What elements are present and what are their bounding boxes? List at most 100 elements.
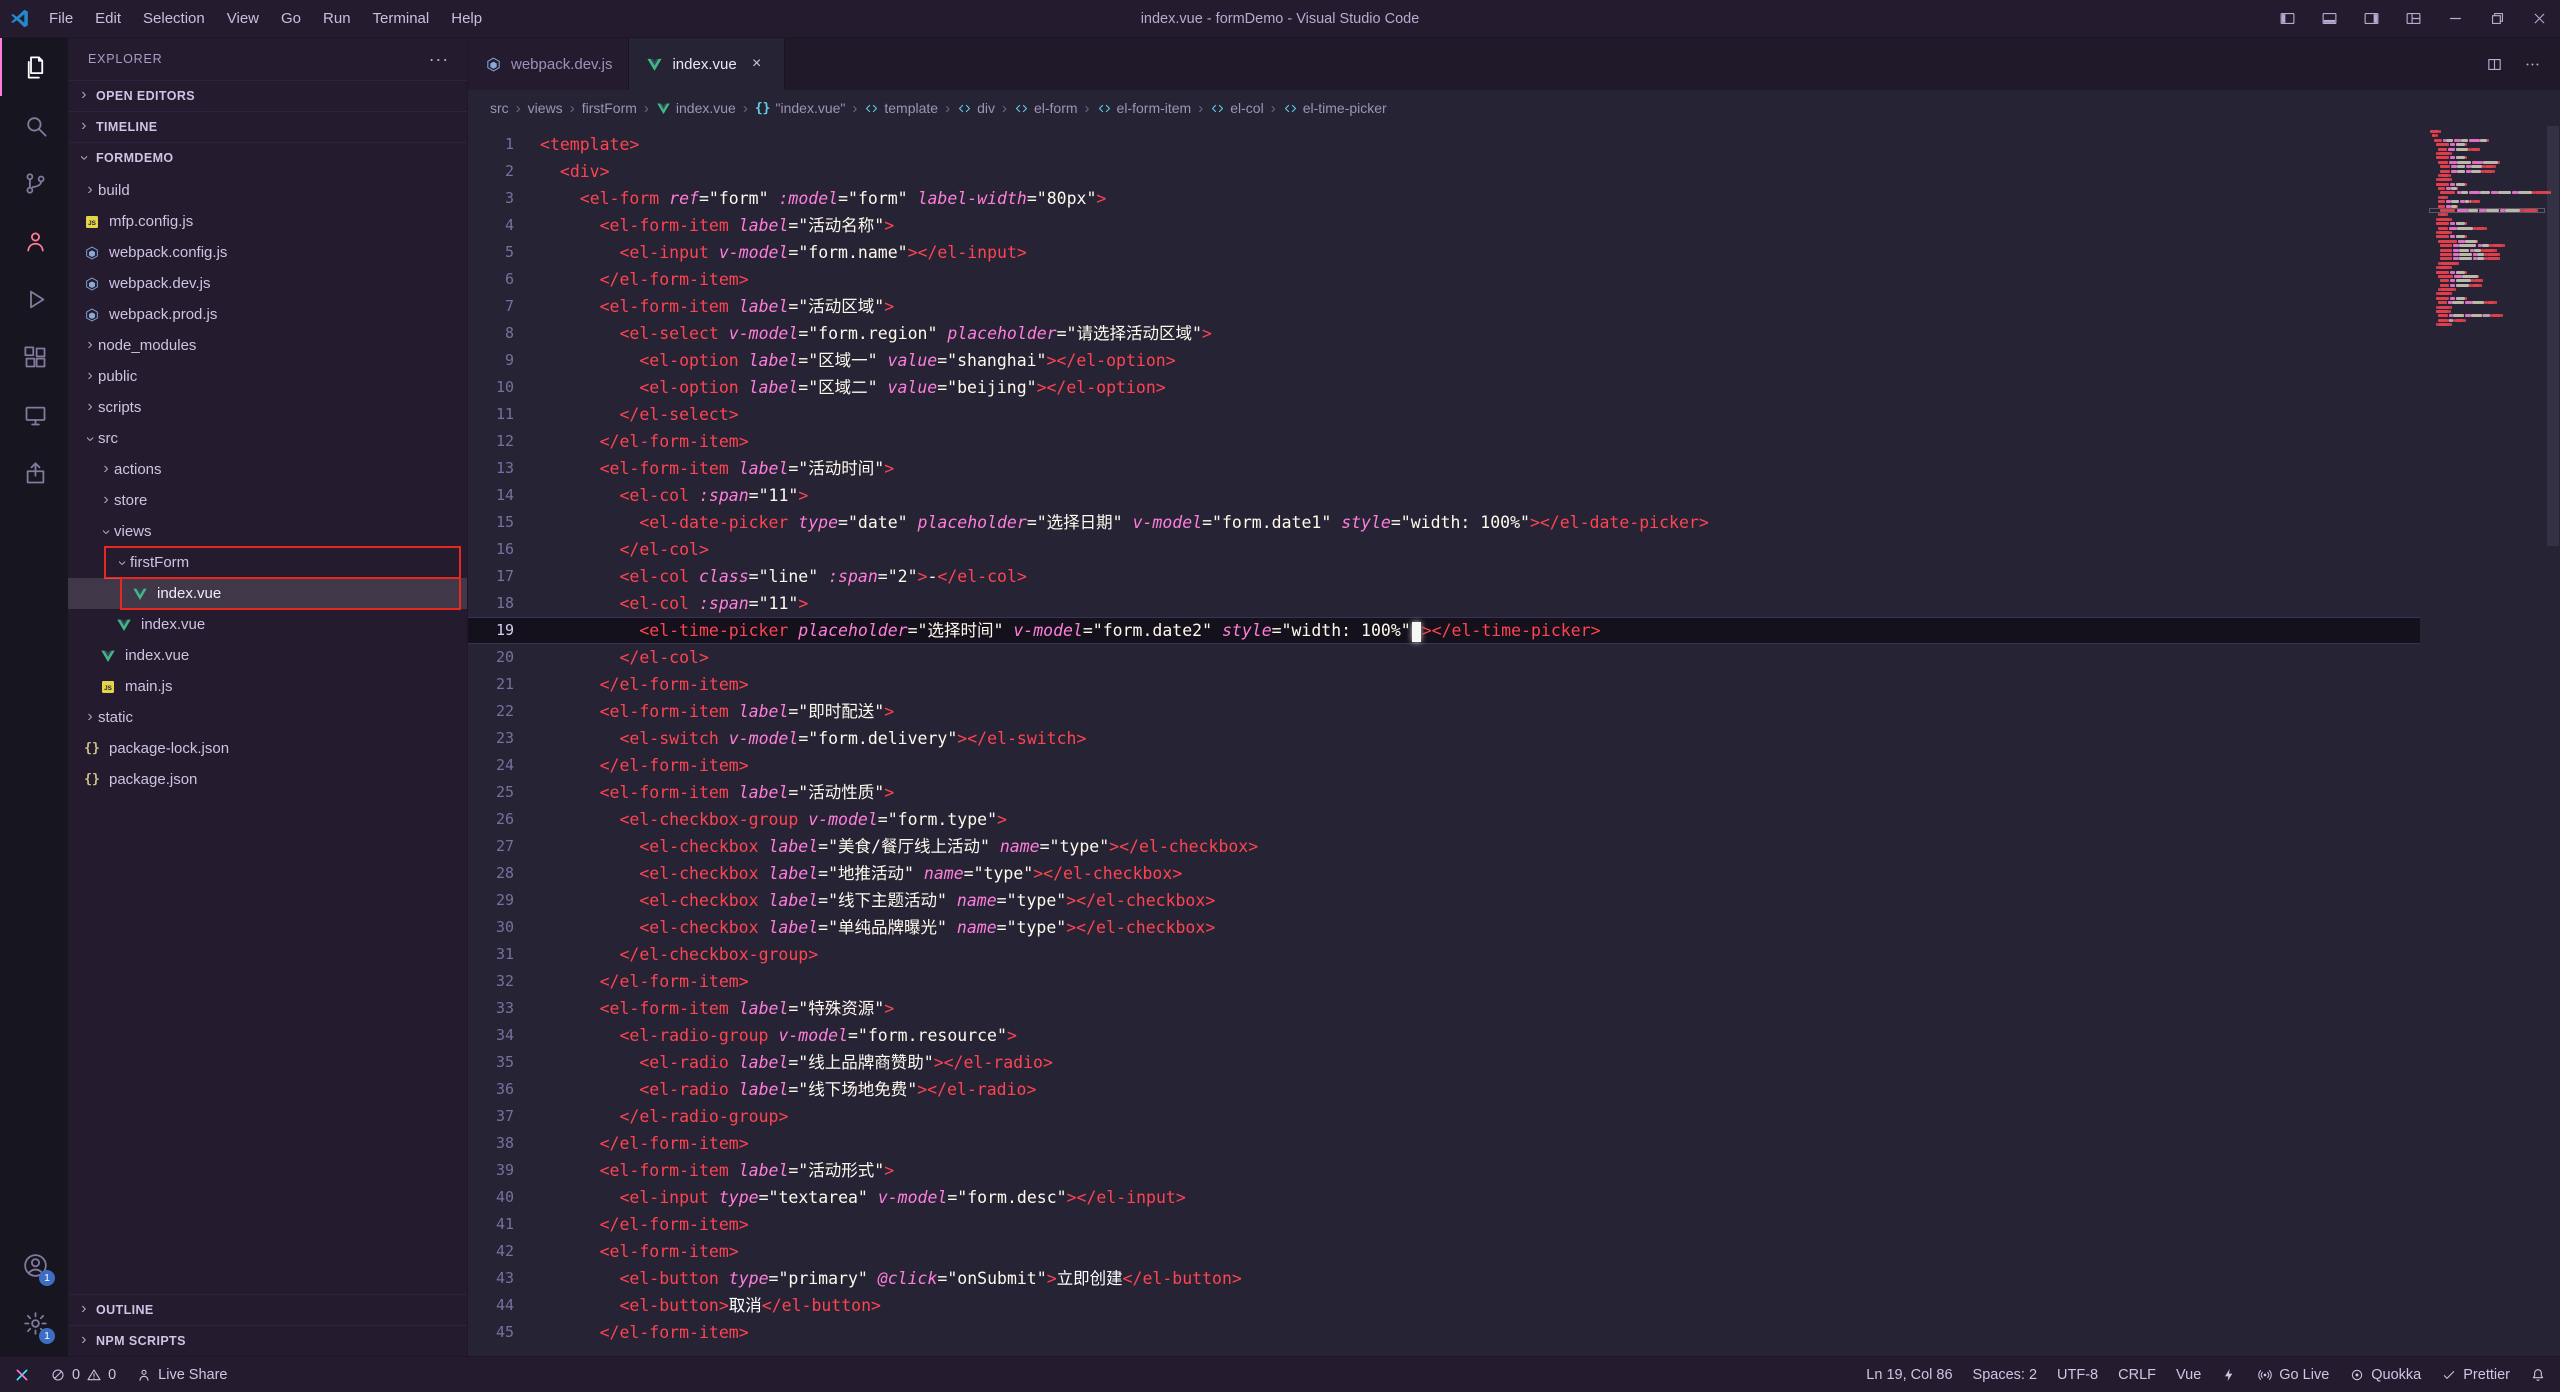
code-line[interactable]: 21 </el-form-item> [468, 671, 2420, 698]
breadcrumb-item[interactable]: template [864, 100, 938, 116]
window-restore-button[interactable] [2476, 0, 2518, 37]
code-line[interactable]: 16 </el-col> [468, 536, 2420, 563]
menu-terminal[interactable]: Terminal [362, 0, 441, 37]
code-line[interactable]: 3 <el-form ref="form" :model="form" labe… [468, 185, 2420, 212]
breadcrumb-item[interactable]: index.vue [656, 100, 736, 116]
code-line[interactable]: 41 </el-form-item> [468, 1211, 2420, 1238]
tree-item-package-lock-json[interactable]: {}package-lock.json [68, 733, 467, 764]
status-language-mode[interactable]: Vue [2176, 1367, 2201, 1383]
code-line[interactable]: 42 <el-form-item> [468, 1238, 2420, 1265]
tab-index-vue[interactable]: index.vue× [629, 38, 784, 90]
activitybar-source-control[interactable] [0, 154, 68, 212]
tree-item-webpack-config-js[interactable]: webpack.config.js [68, 237, 467, 268]
activitybar-accounts[interactable]: 1 [0, 1236, 68, 1294]
status-eol[interactable]: CRLF [2118, 1367, 2156, 1383]
tree-item-index-vue[interactable]: index.vue [68, 640, 467, 671]
activitybar-live-share[interactable] [0, 212, 68, 270]
tab-webpack-dev-js[interactable]: webpack.dev.js [468, 38, 629, 90]
code-line[interactable]: 22 <el-form-item label="即时配送"> [468, 698, 2420, 725]
status-prettier[interactable]: Prettier [2441, 1367, 2510, 1383]
activitybar-export[interactable] [0, 444, 68, 502]
window-minimize-button[interactable] [2434, 0, 2476, 37]
code-line[interactable]: 26 <el-checkbox-group v-model="form.type… [468, 806, 2420, 833]
code-line[interactable]: 9 <el-option label="区域一" value="shanghai… [468, 347, 2420, 374]
code-line[interactable]: 15 <el-date-picker type="date" placehold… [468, 509, 2420, 536]
editor[interactable]: 1<template>2 <div>3 <el-form ref="form" … [468, 126, 2560, 1356]
minimap[interactable] [2430, 130, 2544, 328]
tree-item-views[interactable]: ›views [68, 516, 467, 547]
status-cursor-position[interactable]: Ln 19, Col 86 [1866, 1367, 1952, 1383]
menu-view[interactable]: View [216, 0, 270, 37]
code-line[interactable]: 23 <el-switch v-model="form.delivery"></… [468, 725, 2420, 752]
code-line[interactable]: 11 </el-select> [468, 401, 2420, 428]
code-line[interactable]: 27 <el-checkbox label="美食/餐厅线上活动" name="… [468, 833, 2420, 860]
explorer-more-actions-icon[interactable]: ··· [421, 49, 457, 70]
section-outline[interactable]: › OUTLINE [68, 1294, 467, 1325]
code-line[interactable]: 33 <el-form-item label="特殊资源"> [468, 995, 2420, 1022]
tree-item-package-json[interactable]: {}package.json [68, 764, 467, 795]
status-thunder[interactable] [2221, 1367, 2237, 1383]
menu-run[interactable]: Run [312, 0, 362, 37]
status-encoding[interactable]: UTF-8 [2057, 1367, 2098, 1383]
code-line[interactable]: 38 </el-form-item> [468, 1130, 2420, 1157]
tree-item-firstform[interactable]: ›firstForm [68, 547, 467, 578]
code-line[interactable]: 4 <el-form-item label="活动名称"> [468, 212, 2420, 239]
code-line[interactable]: 36 <el-radio label="线下场地免费"></el-radio> [468, 1076, 2420, 1103]
tree-item-scripts[interactable]: ›scripts [68, 392, 467, 423]
code-line[interactable]: 10 <el-option label="区域二" value="beijing… [468, 374, 2420, 401]
code-line[interactable]: 7 <el-form-item label="活动区域"> [468, 293, 2420, 320]
code-line[interactable]: 18 <el-col :span="11"> [468, 590, 2420, 617]
section-npm-scripts[interactable]: › NPM SCRIPTS [68, 1325, 467, 1356]
breadcrumb-item[interactable]: el-time-picker [1283, 100, 1387, 116]
code-line[interactable]: 14 <el-col :span="11"> [468, 482, 2420, 509]
code-line[interactable]: 28 <el-checkbox label="地推活动" name="type"… [468, 860, 2420, 887]
breadcrumb-item[interactable]: el-form-item [1097, 100, 1192, 116]
code-line[interactable]: 35 <el-radio label="线上品牌商赞助"></el-radio> [468, 1049, 2420, 1076]
code-line[interactable]: 24 </el-form-item> [468, 752, 2420, 779]
menu-selection[interactable]: Selection [132, 0, 216, 37]
breadcrumb-item[interactable]: views [528, 100, 563, 116]
code-line[interactable]: 17 <el-col class="line" :span="2">-</el-… [468, 563, 2420, 590]
toggle-secondary-sidebar-button[interactable] [2350, 0, 2392, 37]
close-tab-icon[interactable]: × [746, 55, 768, 73]
tree-item-main-js[interactable]: JSmain.js [68, 671, 467, 702]
code-line[interactable]: 31 </el-checkbox-group> [468, 941, 2420, 968]
code-line[interactable]: 6 </el-form-item> [468, 266, 2420, 293]
tree-item-index-vue[interactable]: index.vue [68, 578, 467, 609]
status-quokka[interactable]: Quokka [2349, 1367, 2421, 1383]
code-line[interactable]: 20 </el-col> [468, 644, 2420, 671]
section-open-editors[interactable]: › OPEN EDITORS [68, 80, 467, 111]
menu-file[interactable]: File [38, 0, 84, 37]
menu-go[interactable]: Go [270, 0, 312, 37]
breadcrumb-item[interactable]: {}"index.vue" [755, 100, 846, 116]
tree-item-build[interactable]: ›build [68, 175, 467, 206]
customize-layout-button[interactable] [2392, 0, 2434, 37]
status-indentation[interactable]: Spaces: 2 [1973, 1367, 2038, 1383]
code-line[interactable]: 8 <el-select v-model="form.region" place… [468, 320, 2420, 347]
tree-item-index-vue[interactable]: index.vue [68, 609, 467, 640]
code-line[interactable]: 19 <el-time-picker placeholder="选择时间" v-… [468, 617, 2420, 644]
code-line[interactable]: 2 <div> [468, 158, 2420, 185]
status-live-share[interactable]: Live Share [136, 1367, 227, 1383]
code-line[interactable]: 12 </el-form-item> [468, 428, 2420, 455]
more-actions-button[interactable] [2516, 48, 2548, 80]
breadcrumb-item[interactable]: firstForm [582, 100, 637, 116]
tree-item-static[interactable]: ›static [68, 702, 467, 733]
status-problems[interactable]: 00 [50, 1367, 116, 1383]
code-line[interactable]: 13 <el-form-item label="活动时间"> [468, 455, 2420, 482]
section-timeline[interactable]: › TIMELINE [68, 111, 467, 142]
activitybar-extensions[interactable] [0, 328, 68, 386]
code-line[interactable]: 25 <el-form-item label="活动性质"> [468, 779, 2420, 806]
code-line[interactable]: 1<template> [468, 131, 2420, 158]
activitybar-search[interactable] [0, 96, 68, 154]
status-notifications[interactable] [2530, 1367, 2546, 1383]
section-folder-formdemo[interactable]: › FORMDEMO [68, 142, 467, 173]
toggle-panel-button[interactable] [2308, 0, 2350, 37]
activitybar-remote-explorer[interactable] [0, 386, 68, 444]
activitybar-run-debug[interactable] [0, 270, 68, 328]
code-line[interactable]: 30 <el-checkbox label="单纯品牌曝光" name="typ… [468, 914, 2420, 941]
editor-scrollbar[interactable] [2546, 126, 2560, 1356]
vscode-logo-icon[interactable] [0, 8, 38, 29]
code-line[interactable]: 5 <el-input v-model="form.name"></el-inp… [468, 239, 2420, 266]
tree-item-src[interactable]: ›src [68, 423, 467, 454]
